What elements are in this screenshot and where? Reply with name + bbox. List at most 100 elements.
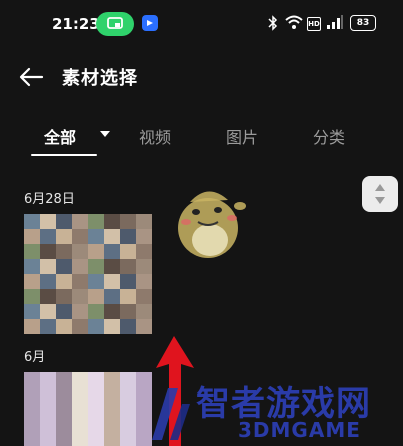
thumbnail-pixel [72, 229, 88, 244]
thumbnail-pixel [40, 417, 56, 432]
thumbnail-pixel [88, 229, 104, 244]
thumbnail-pixel [120, 387, 136, 402]
signal-icon [327, 15, 343, 29]
thumbnail-pixel [120, 432, 136, 446]
thumbnail-pixel [136, 244, 152, 259]
tab-image[interactable]: 图片 [226, 124, 258, 148]
tab-category[interactable]: 分类 [313, 124, 345, 148]
media-thumbnail[interactable] [24, 372, 152, 446]
tab-all[interactable]: 全部 [44, 124, 76, 148]
thumbnail-pixel [56, 214, 72, 229]
thumbnail-pixel [88, 417, 104, 432]
thumbnail-pixel [24, 372, 40, 387]
thumbnail-pixel [88, 289, 104, 304]
thumbnail-pixel [88, 304, 104, 319]
back-arrow-icon[interactable] [18, 66, 44, 88]
thumbnail-pixel [72, 387, 88, 402]
thumbnail-pixel [40, 319, 56, 334]
thumbnail-pixel [88, 274, 104, 289]
active-tab-indicator [31, 154, 97, 156]
thumbnail-pixel [24, 387, 40, 402]
thumbnail-pixel [72, 319, 88, 334]
thumbnail-pixel [72, 244, 88, 259]
thumbnail-pixel [72, 289, 88, 304]
page-title: 素材选择 [62, 68, 138, 89]
thumbnail-pixel [24, 274, 40, 289]
thumbnail-pixel [104, 387, 120, 402]
thumbnail-pixel [104, 319, 120, 334]
thumbnail-pixel [104, 274, 120, 289]
thumbnail-pixel [56, 304, 72, 319]
thumbnail-pixel [56, 372, 72, 387]
section-date: 6月 [24, 350, 46, 365]
thumbnail-pixel [40, 259, 56, 274]
thumbnail-pixel [88, 259, 104, 274]
thumbnail-pixel [56, 229, 72, 244]
thumbnail-pixel [40, 214, 56, 229]
thumbnail-pixel [136, 274, 152, 289]
media-thumbnail[interactable] [24, 214, 152, 334]
watermark-brand-en: 3DMGAME [238, 418, 361, 442]
bluetooth-icon [268, 15, 278, 31]
thumbnail-pixel [120, 319, 136, 334]
thumbnail-pixel [88, 432, 104, 446]
thumbnail-pixel [120, 402, 136, 417]
thumbnail-pixel [56, 274, 72, 289]
thumbnail-pixel [104, 432, 120, 446]
thumbnail-pixel [104, 304, 120, 319]
caret-down-icon[interactable] [100, 131, 110, 138]
thumbnail-pixel [88, 402, 104, 417]
thumbnail-pixel [24, 304, 40, 319]
thumbnail-pixel [24, 402, 40, 417]
thumbnail-pixel [24, 319, 40, 334]
status-time: 21:23 [52, 15, 100, 33]
thumbnail-pixel [72, 432, 88, 446]
thumbnail-pixel [56, 259, 72, 274]
thumbnail-pixel [120, 229, 136, 244]
thumbnail-pixel [104, 417, 120, 432]
thumbnail-pixel [136, 259, 152, 274]
tab-video[interactable]: 视频 [139, 124, 171, 148]
thumbnail-pixel [56, 402, 72, 417]
thumbnail-pixel [24, 289, 40, 304]
thumbnail-pixel [56, 244, 72, 259]
thumbnail-pixel [24, 229, 40, 244]
app-notification-icon [142, 15, 158, 31]
wifi-icon [285, 15, 303, 29]
thumbnail-pixel [40, 432, 56, 446]
thumbnail-pixel [40, 229, 56, 244]
thumbnail-pixel [104, 372, 120, 387]
thumbnail-pixel [104, 229, 120, 244]
thumbnail-pixel [120, 304, 136, 319]
hd-badge: HD [307, 17, 321, 31]
thumbnail-pixel [120, 372, 136, 387]
thumbnail-pixel [136, 214, 152, 229]
thumbnail-pixel [40, 402, 56, 417]
thumbnail-pixel [104, 259, 120, 274]
thumbnail-pixel [24, 417, 40, 432]
thumbnail-pixel [56, 319, 72, 334]
mascot-watermark-image [178, 191, 246, 258]
thumbnail-pixel [88, 319, 104, 334]
screen-cast-indicator[interactable] [96, 12, 134, 36]
thumbnail-pixel [136, 229, 152, 244]
thumbnail-pixel [136, 304, 152, 319]
thumbnail-pixel [40, 372, 56, 387]
thumbnail-pixel [120, 259, 136, 274]
thumbnail-pixel [72, 417, 88, 432]
thumbnail-pixel [88, 214, 104, 229]
fast-scroll-handle[interactable] [362, 176, 398, 212]
status-bar: 21:23 HD 83 [0, 0, 403, 48]
thumbnail-pixel [104, 244, 120, 259]
thumbnail-pixel [88, 372, 104, 387]
thumbnail-pixel [88, 387, 104, 402]
thumbnail-pixel [104, 289, 120, 304]
thumbnail-pixel [40, 304, 56, 319]
thumbnail-pixel [136, 319, 152, 334]
thumbnail-pixel [120, 214, 136, 229]
scroll-up-down-icon [375, 184, 385, 204]
thumbnail-pixel [88, 244, 104, 259]
thumbnail-pixel [56, 417, 72, 432]
brand-logo-watermark [152, 388, 190, 440]
thumbnail-pixel [40, 244, 56, 259]
